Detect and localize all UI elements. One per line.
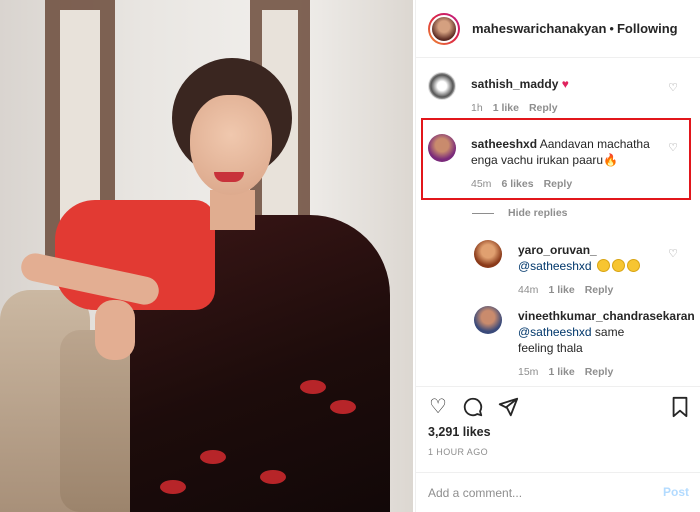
comment-likes[interactable]: 1 like bbox=[493, 102, 519, 114]
posted-time[interactable]: 1 HOUR AGO bbox=[428, 447, 488, 457]
comment-time[interactable]: 45m bbox=[471, 178, 491, 190]
comment-form: Post bbox=[416, 472, 700, 512]
likes-count[interactable]: 3,291 likes bbox=[428, 425, 491, 439]
reply-username[interactable]: yaro_oruvan_ bbox=[518, 243, 597, 257]
reply-time[interactable]: 15m bbox=[518, 366, 538, 378]
mention-link[interactable]: @satheeshxd bbox=[518, 259, 592, 273]
share-send-icon[interactable] bbox=[496, 395, 520, 419]
follow-status[interactable]: Following bbox=[617, 21, 678, 36]
grinning-sweat-emoji bbox=[596, 259, 610, 272]
replier-avatar[interactable] bbox=[474, 240, 502, 268]
replier-avatar[interactable] bbox=[474, 306, 502, 334]
comment-username[interactable]: sathish_maddy bbox=[471, 77, 558, 91]
red-heart-emoji: ♥ bbox=[561, 77, 569, 91]
reply-username[interactable]: vineethkumar_chandrasekaran bbox=[518, 309, 695, 323]
reply-button[interactable]: Reply bbox=[585, 366, 614, 378]
grinning-sweat-emoji bbox=[611, 259, 625, 272]
action-bar: ♡ bbox=[416, 386, 700, 426]
saree-flower bbox=[200, 450, 226, 464]
like-comment-heart-icon[interactable]: ♡ bbox=[667, 82, 679, 94]
owner-username[interactable]: maheswarichanakyan bbox=[472, 21, 606, 36]
reply-button[interactable]: Reply bbox=[529, 102, 558, 114]
reply-body: vineethkumar_chandrasekaran @satheeshxd … bbox=[518, 308, 698, 356]
owner-avatar[interactable] bbox=[428, 12, 460, 45]
post-photo[interactable] bbox=[0, 0, 413, 512]
bookmark-save-icon[interactable] bbox=[668, 395, 692, 419]
post-button[interactable]: Post bbox=[663, 485, 689, 499]
post-header: maheswarichanakyan • Following bbox=[416, 0, 700, 58]
grinning-sweat-emoji bbox=[626, 259, 640, 272]
mention-link[interactable]: @satheeshxd bbox=[518, 325, 592, 339]
comment-bubble-icon[interactable] bbox=[461, 395, 485, 419]
separator: • bbox=[609, 21, 614, 36]
reply-likes[interactable]: 1 like bbox=[548, 366, 574, 378]
saree-flower bbox=[300, 380, 326, 394]
comment-time[interactable]: 1h bbox=[471, 102, 483, 114]
hand bbox=[95, 300, 135, 360]
reply-time[interactable]: 44m bbox=[518, 284, 538, 296]
like-heart-icon[interactable]: ♡ bbox=[426, 395, 450, 419]
saree-flower bbox=[330, 400, 356, 414]
reply-likes[interactable]: 1 like bbox=[548, 284, 574, 296]
commenter-avatar[interactable] bbox=[428, 134, 456, 162]
commenter-avatar[interactable] bbox=[428, 72, 456, 100]
comment-likes[interactable]: 6 likes bbox=[501, 178, 533, 190]
saree-flower bbox=[260, 470, 286, 484]
hide-replies-button[interactable]: Hide replies bbox=[472, 207, 568, 219]
reply-body: yaro_oruvan_ @satheeshxd bbox=[518, 242, 688, 274]
like-comment-heart-icon[interactable]: ♡ bbox=[667, 248, 679, 260]
reply-button[interactable]: Reply bbox=[585, 284, 614, 296]
reply-meta: 15m 1 like Reply bbox=[518, 366, 613, 378]
hide-replies-label: Hide replies bbox=[508, 207, 568, 219]
comment-username[interactable]: satheeshxd bbox=[471, 137, 537, 151]
saree-flower bbox=[160, 480, 186, 494]
reply-meta: 44m 1 like Reply bbox=[518, 284, 613, 296]
comment-meta: 45m 6 likes Reply bbox=[471, 178, 572, 190]
reply-button[interactable]: Reply bbox=[544, 178, 573, 190]
like-comment-heart-icon[interactable]: ♡ bbox=[667, 142, 679, 154]
neck bbox=[210, 190, 255, 230]
header-text: maheswarichanakyan • Following bbox=[472, 21, 678, 36]
comment-meta: 1h 1 like Reply bbox=[471, 102, 558, 114]
fire-emoji: 🔥 bbox=[603, 153, 619, 167]
divider-line bbox=[472, 212, 494, 214]
comment-body: satheeshxd Aandavan machatha enga vachu … bbox=[471, 136, 651, 168]
post-sidebar: maheswarichanakyan • Following sathish_mad… bbox=[415, 0, 700, 512]
add-comment-input[interactable] bbox=[428, 483, 648, 503]
comment-body: sathish_maddy ♥ bbox=[471, 76, 569, 92]
